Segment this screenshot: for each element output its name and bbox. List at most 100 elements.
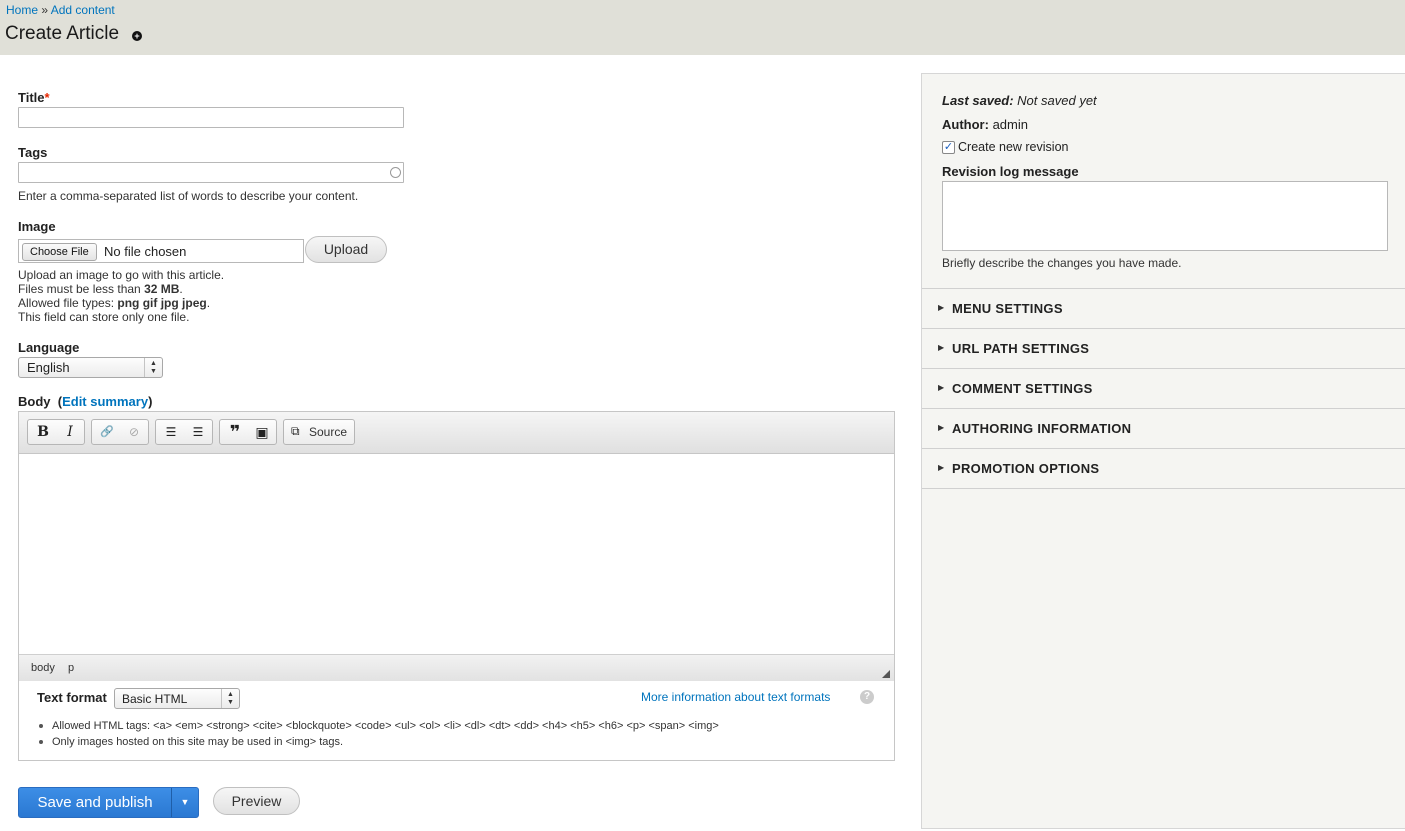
section-label: MENU SETTINGS — [952, 301, 1063, 316]
italic-button[interactable]: I — [57, 420, 83, 444]
body-label-text: Body — [18, 394, 51, 409]
bullet-icon — [39, 740, 43, 745]
numbered-list-icon[interactable]: ☰ — [185, 420, 211, 444]
upload-button[interactable]: Upload — [305, 236, 387, 263]
image-help-text: Files must be less than — [18, 282, 145, 296]
title-input[interactable] — [18, 107, 404, 128]
source-button[interactable]: ⧉ Source — [283, 419, 355, 445]
image-help-text: . — [206, 296, 211, 310]
image-help-line: This field can store only one file. — [18, 310, 190, 324]
editor-toolbar: B I 🔗 ⊘ ☰ ☰ ❞ ▣ ⧉ Source — [19, 412, 894, 454]
image-help-line: Upload an image to go with this article. — [18, 268, 225, 282]
image-help-line: Allowed file types: png gif jpg jpeg. — [18, 296, 224, 310]
add-shortcut-icon[interactable]: + — [132, 31, 142, 41]
language-select[interactable]: English ▲ ▼ — [18, 357, 163, 378]
triangle-right-icon: ▶ — [938, 463, 945, 472]
file-status: No file chosen — [104, 244, 187, 259]
tags-input[interactable] — [18, 162, 404, 183]
image-label: Image — [18, 219, 56, 234]
allowed-file-types: png gif jpg jpeg — [117, 296, 207, 310]
image-help-text: Allowed file types: — [18, 296, 118, 310]
comment-settings-toggle[interactable]: ▶ COMMENT SETTINGS — [922, 368, 1405, 408]
breadcrumb-add-content-link[interactable]: Add content — [51, 3, 115, 17]
breadcrumb-home-link[interactable]: Home — [6, 3, 38, 17]
create-revision-checkbox[interactable]: ✓ — [942, 141, 955, 154]
section-label: AUTHORING INFORMATION — [952, 421, 1132, 436]
body-label: Body (Edit summary) — [18, 394, 152, 409]
triangle-right-icon: ▶ — [938, 383, 945, 392]
text-formats-info-link[interactable]: More information about text formats — [641, 690, 830, 704]
required-mark: * — [44, 90, 50, 105]
bulleted-list-icon[interactable]: ☰ — [158, 420, 184, 444]
source-label: Source — [309, 425, 348, 439]
source-icon: ⧉ — [291, 424, 300, 438]
page-header: Home » Add content Create Article + — [0, 0, 1405, 55]
text-format-label: Text format — [37, 690, 107, 705]
path-item-body[interactable]: body — [31, 662, 55, 674]
path-item-p[interactable]: p — [68, 662, 74, 674]
image-help-line: Files must be less than 32 MB. — [18, 282, 224, 296]
format-tip-text: Only images hosted on this site may be u… — [52, 736, 344, 748]
promotion-options-toggle[interactable]: ▶ PROMOTION OPTIONS — [922, 448, 1405, 489]
toolbar-group-links: 🔗 ⊘ — [91, 419, 149, 445]
dropdown-arrow-icon[interactable]: ▼ — [171, 788, 198, 817]
link-icon[interactable]: 🔗 — [94, 420, 120, 444]
last-saved: Last saved: Not saved yet — [942, 93, 1097, 108]
title-label-text: Title — [18, 90, 45, 105]
revision-log-description: Briefly describe the changes you have ma… — [942, 256, 1182, 270]
blockquote-icon[interactable]: ❞ — [222, 420, 248, 444]
image-help: Upload an image to go with this article.… — [18, 268, 224, 324]
author: Author: admin — [942, 117, 1028, 132]
format-tip-text: Allowed HTML tags: <a> <em> <strong> <ci… — [52, 720, 719, 732]
page-title: Create Article — [5, 23, 120, 44]
section-label: URL PATH SETTINGS — [952, 341, 1090, 356]
select-arrows-icon: ▲ ▼ — [221, 689, 239, 708]
editor-content-area[interactable] — [19, 454, 894, 654]
bold-button[interactable]: B — [30, 420, 56, 444]
tags-description: Enter a comma-separated list of words to… — [18, 189, 359, 203]
select-arrows-icon: ▲ ▼ — [144, 358, 162, 377]
resize-grip-icon[interactable] — [882, 670, 890, 678]
body-editor: B I 🔗 ⊘ ☰ ☰ ❞ ▣ ⧉ Source body p — [18, 411, 895, 682]
text-format-selected-value: Basic HTML — [122, 692, 188, 706]
authoring-information-toggle[interactable]: ▶ AUTHORING INFORMATION — [922, 408, 1405, 448]
breadcrumb: Home » Add content — [6, 3, 115, 17]
format-tip: Only images hosted on this site may be u… — [39, 736, 343, 748]
bullet-icon — [39, 724, 43, 729]
language-label: Language — [18, 340, 80, 355]
image-icon[interactable]: ▣ — [249, 420, 275, 444]
edit-summary-link[interactable]: Edit summary — [62, 394, 148, 409]
last-saved-label: Last saved: — [942, 93, 1014, 108]
triangle-right-icon: ▶ — [938, 343, 945, 352]
triangle-right-icon: ▶ — [938, 303, 945, 312]
max-file-size: 32 MB — [144, 282, 180, 296]
toolbar-group-lists: ☰ ☰ — [155, 419, 213, 445]
tags-label: Tags — [18, 145, 48, 160]
last-saved-value: Not saved yet — [1017, 93, 1097, 108]
toolbar-group-basic: B I — [27, 419, 85, 445]
choose-file-button[interactable]: Choose File — [22, 243, 97, 261]
create-revision-label[interactable]: Create new revision — [958, 140, 1068, 154]
section-label: PROMOTION OPTIONS — [952, 461, 1100, 476]
unlink-icon[interactable]: ⊘ — [121, 420, 147, 444]
editor-elements-path: body p — [19, 654, 894, 681]
author-label: Author: — [942, 117, 989, 132]
image-file-input[interactable]: Choose File No file chosen — [18, 239, 304, 263]
save-and-publish-button[interactable]: Save and publish — [19, 788, 171, 817]
text-format-select[interactable]: Basic HTML ▲ ▼ — [114, 688, 240, 709]
menu-settings-toggle[interactable]: ▶ MENU SETTINGS — [922, 288, 1405, 328]
save-dropbutton: Save and publish ▼ — [18, 787, 199, 818]
url-path-settings-toggle[interactable]: ▶ URL PATH SETTINGS — [922, 328, 1405, 368]
title-label: Title* — [18, 90, 50, 105]
help-icon[interactable]: ? — [860, 690, 874, 704]
revision-log-textarea[interactable] — [942, 181, 1388, 251]
autocomplete-throbber-icon — [390, 167, 401, 178]
paren-close: ) — [148, 394, 153, 409]
preview-button[interactable]: Preview — [213, 787, 300, 815]
image-help-text: . — [179, 282, 183, 296]
section-label: COMMENT SETTINGS — [952, 381, 1093, 396]
format-tip: Allowed HTML tags: <a> <em> <strong> <ci… — [39, 720, 719, 732]
revision-log-label: Revision log message — [942, 164, 1079, 179]
language-selected-value: English — [27, 360, 70, 375]
breadcrumb-separator: » — [41, 3, 49, 17]
